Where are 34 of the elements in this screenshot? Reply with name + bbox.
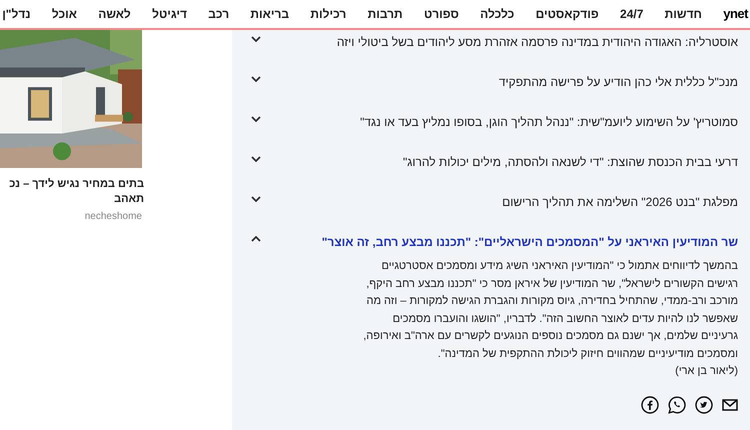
nav-link[interactable]: דיגיטל — [152, 5, 187, 23]
email-icon[interactable] — [722, 398, 738, 410]
headline-link[interactable]: דרעי בבית הכנסת שהוצת: "די לשנאה ולהסתה, מילים יכולות להרוג" — [403, 154, 738, 170]
nav-link[interactable]: פודקאסטים — [536, 5, 599, 23]
nav-link[interactable]: לאשה — [98, 5, 131, 23]
byline: (ליאור בן ארי) — [675, 364, 738, 379]
chevron-down-icon[interactable] — [251, 156, 261, 162]
expanded-headline[interactable]: שר המודיעין האיראני על "המסמכים הישראליים": "תכננו מבצע רחב, זה אוצר" — [322, 234, 738, 250]
nav-link[interactable]: תרבות — [368, 5, 403, 23]
chevron-down-icon[interactable] — [251, 36, 261, 42]
nav-link[interactable]: ספורט — [424, 5, 459, 23]
bird-icon[interactable] — [695, 396, 713, 414]
nav-link[interactable]: חדשות — [664, 5, 702, 23]
nav-link[interactable]: רכב — [208, 5, 230, 23]
chevron-up-icon[interactable] — [251, 236, 261, 242]
nav-link[interactable]: בריאות — [250, 5, 290, 23]
chevron-down-icon[interactable] — [251, 196, 261, 202]
nav-link[interactable]: נדל"ן — [2, 5, 31, 23]
headline-link[interactable]: מפלגת "בנט 2026" השלימה את תהליך הרישום — [502, 194, 738, 210]
nav-link[interactable]: אוכל — [52, 5, 77, 23]
site-logo[interactable]: ynet — [723, 4, 748, 24]
headline-link[interactable]: סמוטריץ' על השימוע ליועמ"שית: "ננהל תהליך הוגן, בסופו נמליץ בעד או נגד" — [360, 114, 738, 130]
chat-bubble-icon[interactable] — [668, 396, 686, 414]
nav-link[interactable]: רכילות — [310, 5, 346, 23]
ad-title[interactable]: בתים במחיר נגיש לידך – נכ תאהב — [9, 177, 144, 207]
headline-link[interactable]: אוסטרליה: האגודה היהודית במדינה פרסמה אזהרת מסע ליהודים בשל ביטולי ויזה — [336, 34, 738, 50]
chevron-down-icon[interactable] — [251, 116, 261, 122]
facebook-icon[interactable] — [641, 396, 659, 414]
chevron-down-icon[interactable] — [251, 76, 261, 82]
article-paragraph: בהמשך לדיווחים אתמול כי "המודיעין האיראני השיג מידע ומסמכים אסטרטגיים רגישים הקשורים לישראל", שר המודיעין של איראן מסר כי "תכננו מבצע רחב היקף, מורכב ורב-ממדי, שהתחיל בחדירה, גיוס מקורות והגברת הגישה למקורות – וזה מה שאפשר לנו להיות עדים לאוצר החשוב הזה". לדבריו, "הושגו והועברו מסמכים גרעיניים שלמים, אך ישנם גם מסמכים נוספים הנוגעים לקשרים עם ארה"ב ואירופה, ומסמכים מודיעיניים שמהווים חיזוק ליכולת ההתקפית של המדינה". — [362, 259, 738, 362]
ad-source: necheshome — [84, 210, 142, 224]
nav-link[interactable]: 24/7 — [620, 5, 644, 23]
headline-link[interactable]: מנכ"ל כללית אלי כהן הודיע על פרישה מהתפקיד — [498, 74, 738, 90]
nav-link[interactable]: כלכלה — [480, 5, 514, 23]
